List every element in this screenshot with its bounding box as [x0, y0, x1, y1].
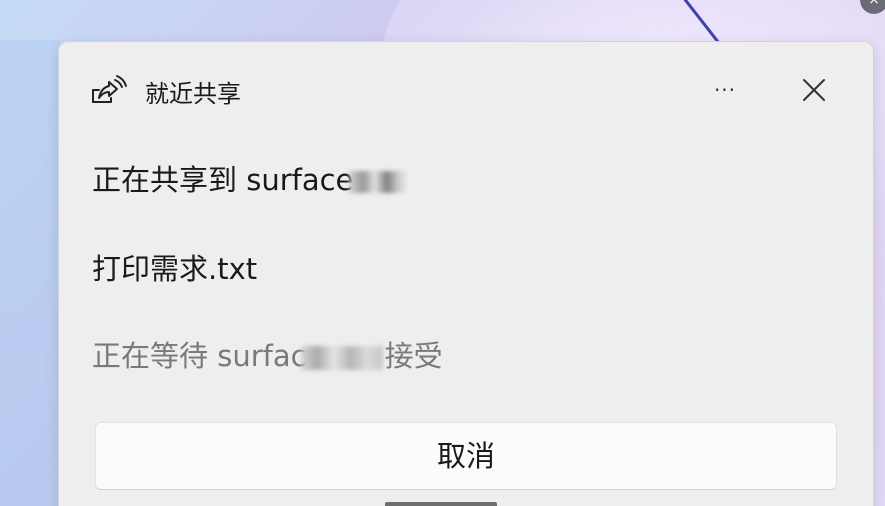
close-icon[interactable] [799, 75, 829, 105]
redacted-device-name [349, 171, 408, 193]
waiting-status-suffix: 接受 [384, 339, 443, 373]
wallpaper-band [0, 40, 60, 506]
waiting-status-text: 正在等待 surfac [92, 339, 307, 373]
nearby-share-dialog: 就近共享 ··· 正在共享到 surface 打印需求.txt 正在等待 sur… [58, 41, 874, 506]
redacted-device-name [300, 346, 383, 370]
more-options-button[interactable]: ··· [707, 72, 743, 108]
cancel-button[interactable]: 取消 [95, 422, 837, 490]
desktop-background: × 就近共享 ··· 正在共享到 surface 打印需求.txt 正在等待 s… [0, 0, 885, 506]
sharing-status: 正在共享到 surface [92, 157, 408, 199]
nearby-share-icon [89, 72, 129, 112]
sharing-status-text: 正在共享到 surface [92, 163, 354, 197]
dialog-title: 就近共享 [145, 80, 241, 108]
waiting-status: 正在等待 surfac 接受 [92, 333, 443, 375]
shared-file-name: 打印需求.txt [92, 252, 258, 286]
scroll-handle[interactable] [385, 502, 497, 506]
